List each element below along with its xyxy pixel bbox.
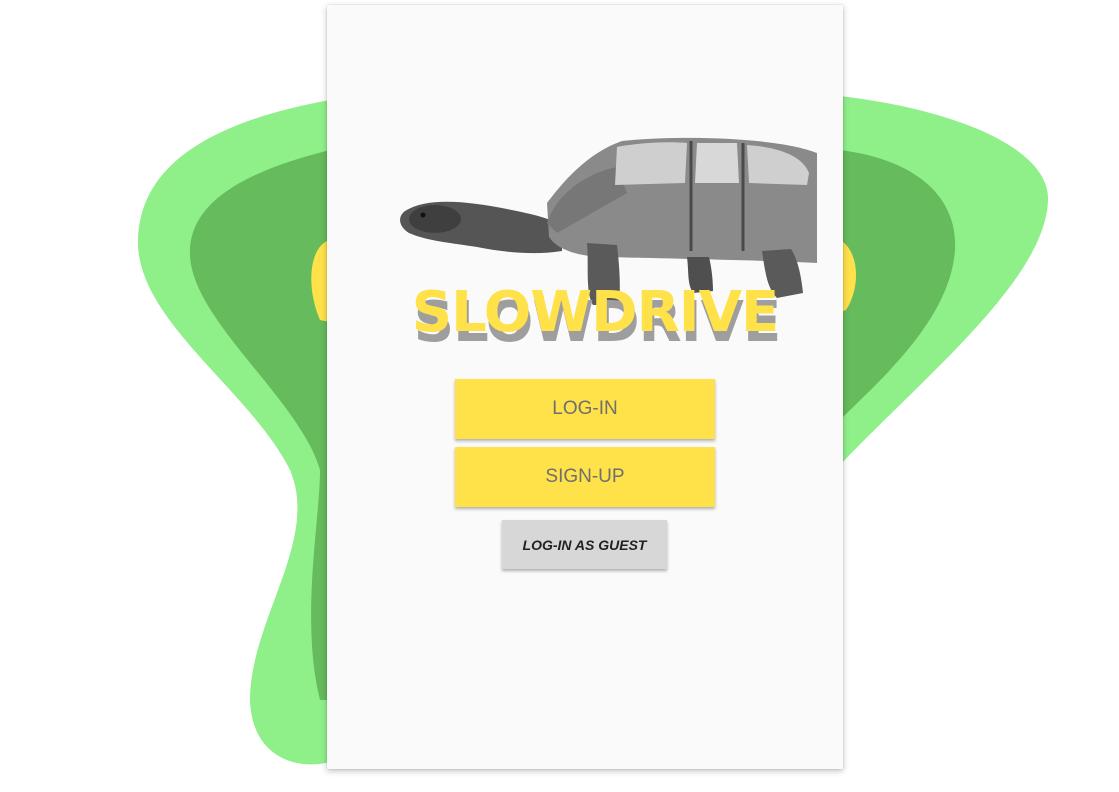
brand-logo: SLOWDRIVE SLOWDRIVE — [327, 285, 843, 351]
app-screen: SLOWDRIVE SLOWDRIVE LOG-IN SIGN-UP LOG-I… — [327, 5, 843, 769]
guest-login-button[interactable]: LOG-IN AS GUEST — [502, 520, 667, 569]
signup-button[interactable]: SIGN-UP — [455, 447, 715, 507]
login-button[interactable]: LOG-IN — [455, 379, 715, 439]
brand-logo-text: SLOWDRIVE — [411, 280, 779, 345]
